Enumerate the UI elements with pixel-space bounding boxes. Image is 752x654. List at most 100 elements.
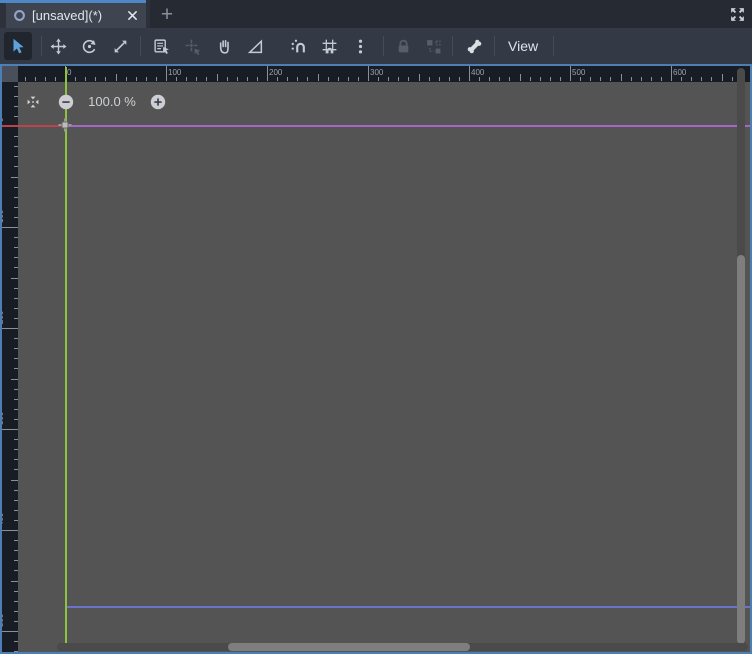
ruler-tick (731, 77, 733, 81)
pan-tool-button[interactable] (210, 32, 238, 60)
ruler-tick (2, 328, 18, 329)
ruler-tick (14, 257, 18, 259)
ruler-label: 500 (572, 68, 586, 77)
ruler-tick (14, 237, 18, 239)
snap-options-menu-button[interactable] (346, 32, 374, 60)
ruler-tick (640, 77, 642, 81)
ruler-tick (14, 287, 18, 289)
ruler-tick (479, 77, 481, 81)
move-icon (50, 38, 66, 54)
zoom-reset-button[interactable]: 100.0 % (80, 94, 144, 110)
zoom-in-button[interactable] (150, 94, 166, 110)
ruler-tick (14, 247, 18, 249)
ruler-tick (14, 216, 18, 218)
ruler-tick (580, 77, 582, 81)
vertical-scrollbar-thumb[interactable] (737, 255, 745, 644)
ruler-tick (2, 530, 18, 531)
ruler-tick (246, 77, 248, 81)
ruler-tick (14, 348, 18, 350)
ruler-tick (14, 267, 18, 269)
ruler-tick (14, 489, 18, 491)
ruler-tick (24, 77, 26, 81)
ruler-tick (14, 499, 18, 501)
move-tool-button[interactable] (44, 32, 72, 60)
add-scene-tab-button[interactable]: + (154, 2, 180, 27)
ruler-tick (2, 631, 18, 632)
origin-node-gizmo[interactable] (58, 118, 72, 132)
ruler-tick (34, 77, 36, 81)
ruler-tick (398, 77, 400, 81)
ruler-tick (14, 388, 18, 390)
ruler-tick (489, 77, 491, 81)
horizontal-scrollbar-thumb[interactable] (228, 643, 470, 651)
select-tool-button[interactable] (4, 32, 32, 60)
ruler-tick (630, 77, 632, 81)
rotate-tool-button[interactable] (75, 32, 103, 60)
viewport-rect-top-edge (66, 125, 750, 127)
grid-snap-icon (322, 39, 336, 53)
zoom-out-button[interactable] (58, 94, 74, 110)
ruler-tick (14, 115, 18, 117)
skeleton-options-button[interactable] (460, 32, 488, 60)
ruler-tick (388, 77, 390, 81)
horizontal-ruler[interactable]: 0 100 200 300 400 500 600 (18, 66, 750, 82)
vertical-ruler[interactable]: 0 100 200 300 400 500 (2, 82, 18, 652)
viewport-rect-bottom-edge (66, 606, 750, 608)
ruler-label: 600 (673, 68, 687, 77)
scene-tab-label: [unsaved](*) (32, 8, 103, 23)
ruler-label: 100 (2, 209, 5, 223)
ruler-tick (691, 77, 693, 81)
y-axis-line (65, 67, 67, 651)
ruler-label: 400 (471, 68, 485, 77)
three-dots-icon (358, 39, 362, 53)
lock-button[interactable] (389, 32, 417, 60)
scene-tab-unsaved[interactable]: [unsaved](*) (6, 3, 146, 28)
pan-hand-icon (219, 39, 229, 54)
grid-snap-button[interactable] (315, 32, 343, 60)
toolbar-separator (452, 36, 453, 56)
ruler-tick (14, 105, 18, 107)
ruler-tick (671, 66, 672, 81)
ruler-tick (14, 449, 18, 451)
rotate-icon (82, 39, 95, 53)
list-select-button[interactable] (147, 32, 175, 60)
ruler-tick (438, 77, 440, 81)
smart-snap-button[interactable] (284, 32, 312, 60)
ruler-tick (14, 398, 18, 400)
ruler-tick (14, 641, 18, 643)
ruler-tick (14, 620, 18, 622)
ruler-tick (267, 66, 268, 81)
center-view-icon[interactable] (25, 94, 41, 110)
ruler-tick (54, 77, 56, 81)
ruler-tick (14, 166, 18, 168)
scene-circle-icon (13, 9, 26, 22)
canvas-viewport[interactable]: 0 100 200 300 400 500 600 0 100 200 300 400 500 100… (0, 64, 752, 654)
view-menu-button[interactable]: View (498, 32, 548, 60)
close-icon[interactable] (126, 9, 139, 22)
ruler-tick (14, 519, 18, 521)
ruler-tick (11, 277, 18, 279)
ruler-tick (14, 307, 18, 309)
ruler-tick (529, 77, 531, 81)
canvas-toolbar: View (0, 28, 752, 64)
expand-fullscreen-icon[interactable] (728, 5, 746, 23)
ruler-tick (418, 74, 420, 81)
ruler-tick (14, 560, 18, 562)
pivot-tool-button[interactable] (178, 32, 206, 60)
ruler-tick (226, 77, 228, 81)
ruler-tick (14, 338, 18, 340)
ruler-label: 200 (269, 68, 283, 77)
ruler-tick (14, 590, 18, 592)
ruler-tick (216, 74, 218, 81)
ruler-tick (14, 358, 18, 360)
tab-strip: [unsaved](*) (0, 0, 150, 28)
ruler-tick (660, 77, 662, 81)
ruler-tick (539, 77, 541, 81)
scale-tool-button[interactable] (106, 32, 134, 60)
ruler-tool-button[interactable] (241, 32, 269, 60)
group-button[interactable] (419, 32, 447, 60)
ruler-tick (145, 77, 147, 81)
toolbar-separator (140, 36, 141, 56)
group-icon (426, 39, 441, 53)
ruler-tick (509, 77, 511, 81)
